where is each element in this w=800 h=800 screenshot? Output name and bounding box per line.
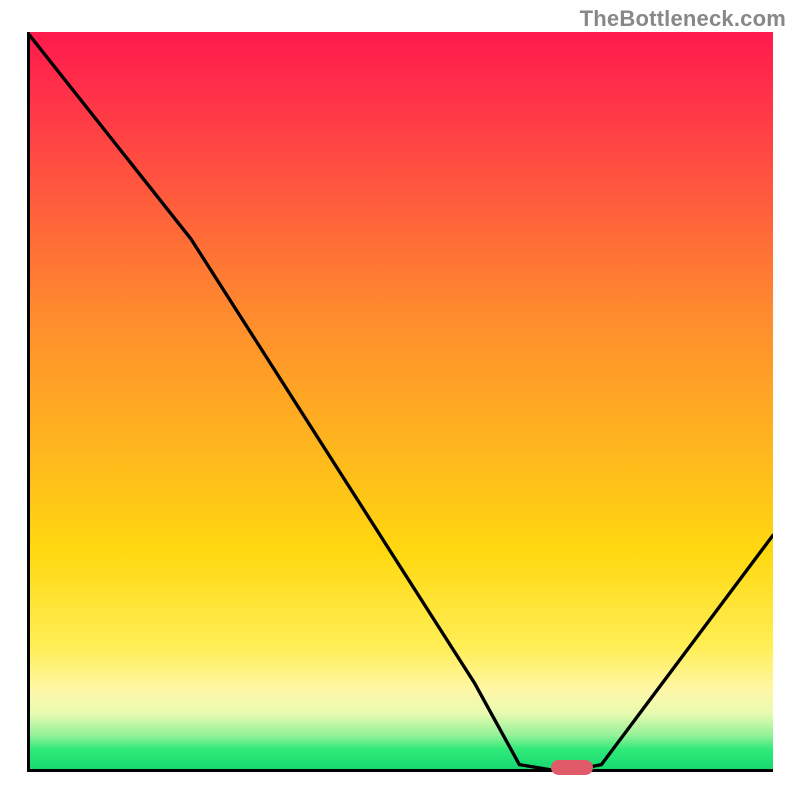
watermark-text: TheBottleneck.com	[580, 6, 786, 32]
bottleneck-curve-path	[27, 32, 773, 772]
chart-area	[27, 32, 773, 772]
optimal-marker	[551, 760, 593, 775]
bottleneck-curve	[27, 32, 773, 772]
